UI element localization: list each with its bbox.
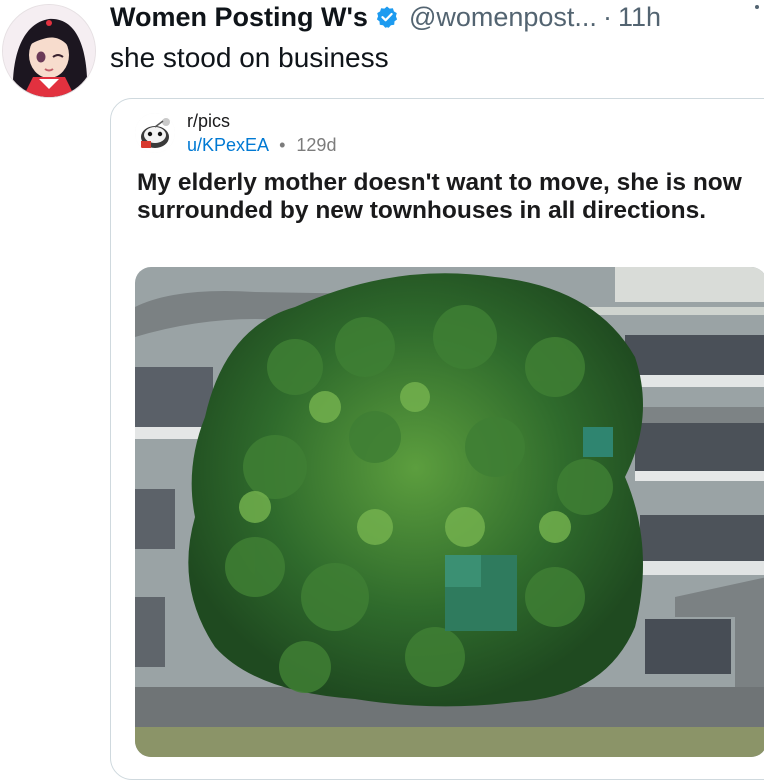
display-name[interactable]: Women Posting W's <box>110 2 368 33</box>
post-age: 129d <box>296 135 337 155</box>
post-title[interactable]: My elderly mother doesn't want to move, … <box>137 169 757 225</box>
tweet-header: Women Posting W's @womenpost... · 11h <box>110 0 661 34</box>
quoted-post-card[interactable]: r/pics u/KPexEA • 129d My elderly mother… <box>110 98 764 780</box>
more-options-icon[interactable] <box>754 4 760 30</box>
post-meta: u/KPexEA • 129d <box>187 135 336 156</box>
tweet-text: she stood on business <box>110 42 389 73</box>
separator-dot: · <box>602 1 612 32</box>
verified-badge-icon <box>375 5 399 29</box>
subreddit-name[interactable]: r/pics <box>187 111 230 132</box>
post-image[interactable] <box>135 267 764 757</box>
profile-avatar[interactable] <box>2 4 96 98</box>
meta-separator: • <box>279 135 286 155</box>
user-handle[interactable]: @womenpost... <box>409 2 597 33</box>
subreddit-avatar[interactable] <box>135 113 175 153</box>
post-author[interactable]: u/KPexEA <box>187 135 268 155</box>
tweet-timestamp[interactable]: 11h <box>618 2 661 33</box>
